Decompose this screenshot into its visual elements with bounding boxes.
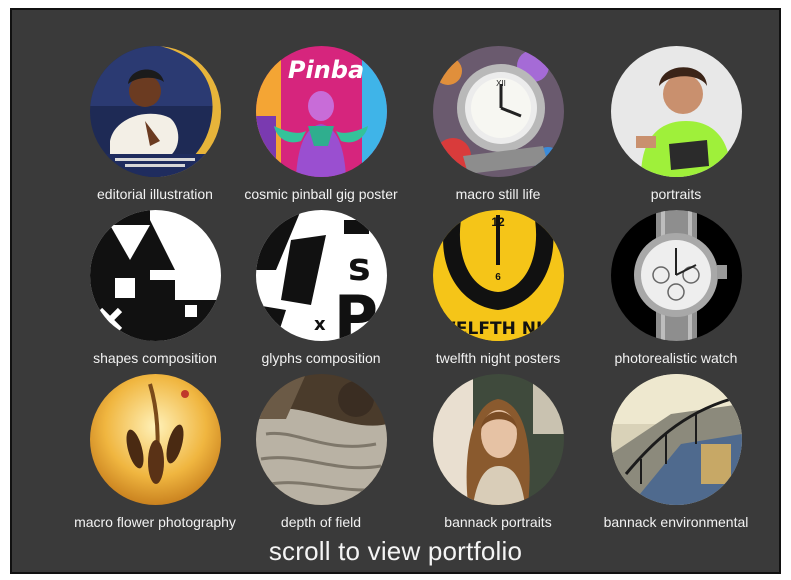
- pinball-poster-thumbnail: Pinba: [255, 46, 387, 177]
- portrait-thumbnail: [610, 46, 742, 177]
- portfolio-item-bannack-environmental[interactable]: bannack environmental: [586, 374, 766, 530]
- shapes-composition-thumbnail: [89, 210, 221, 341]
- portfolio-item-label: twelfth night posters: [435, 350, 561, 366]
- flower-macro-thumbnail: [89, 374, 221, 505]
- bannack-portrait-thumbnail: [432, 374, 564, 505]
- portfolio-item-glyphs-composition[interactable]: s P x glyphs composition: [231, 210, 411, 366]
- portfolio-grid: editorial illustration Pinba cosmic pinb…: [10, 8, 781, 574]
- svg-text:P: P: [334, 283, 378, 341]
- portfolio-item-editorial-illustration[interactable]: editorial illustration: [65, 46, 245, 202]
- twelfth-night-title: TWELFTH NIGH: [433, 319, 564, 339]
- portfolio-item-bannack-portraits[interactable]: bannack portraits: [408, 374, 588, 530]
- portfolio-item-macro-still-life[interactable]: XII macro still life: [408, 46, 588, 202]
- portfolio-item-label: shapes composition: [93, 350, 217, 366]
- glyphs-composition-thumbnail: s P x: [255, 210, 387, 341]
- twelfth-night-number: 6: [495, 272, 501, 283]
- portfolio-item-label: macro flower photography: [74, 514, 236, 530]
- portfolio-item-macro-flower-photography[interactable]: macro flower photography: [65, 374, 245, 530]
- portfolio-item-label: photorealistic watch: [614, 350, 738, 366]
- svg-text:x: x: [314, 314, 326, 335]
- editorial-illustration-thumbnail: [89, 46, 221, 177]
- portfolio-item-photorealistic-watch[interactable]: photorealistic watch: [586, 210, 766, 366]
- staircase-thumbnail: [610, 374, 742, 505]
- photorealistic-watch-thumbnail: [610, 210, 742, 341]
- pinball-poster-text: Pinba: [287, 56, 363, 84]
- portfolio-item-twelfth-night-posters[interactable]: 12 6 TWELFTH NIGH twelfth night posters: [408, 210, 588, 366]
- portfolio-item-label: portraits: [650, 186, 702, 202]
- scroll-to-view-portfolio-link[interactable]: scroll to view portfolio: [12, 536, 779, 567]
- portfolio-item-label: glyphs composition: [261, 350, 381, 366]
- portfolio-item-label: depth of field: [280, 514, 362, 530]
- watch-macro-thumbnail: XII: [432, 46, 564, 177]
- twelfth-night-thumbnail: 12 6 TWELFTH NIGH: [432, 210, 564, 341]
- portfolio-item-label: cosmic pinball gig poster: [244, 186, 398, 202]
- portfolio-item-cosmic-pinball-gig-poster[interactable]: Pinba cosmic pinball gig poster: [231, 46, 411, 202]
- portfolio-item-label: bannack environmental: [603, 514, 749, 530]
- portfolio-item-depth-of-field[interactable]: depth of field: [231, 374, 411, 530]
- tree-bark-thumbnail: [255, 374, 387, 505]
- svg-text:XII: XII: [496, 79, 506, 88]
- portfolio-item-portraits[interactable]: portraits: [586, 46, 766, 202]
- portfolio-item-shapes-composition[interactable]: shapes composition: [65, 210, 245, 366]
- twelfth-night-number-top: 12: [491, 215, 505, 229]
- portfolio-item-label: editorial illustration: [97, 186, 213, 202]
- portfolio-item-label: bannack portraits: [444, 514, 552, 530]
- portfolio-item-label: macro still life: [455, 186, 541, 202]
